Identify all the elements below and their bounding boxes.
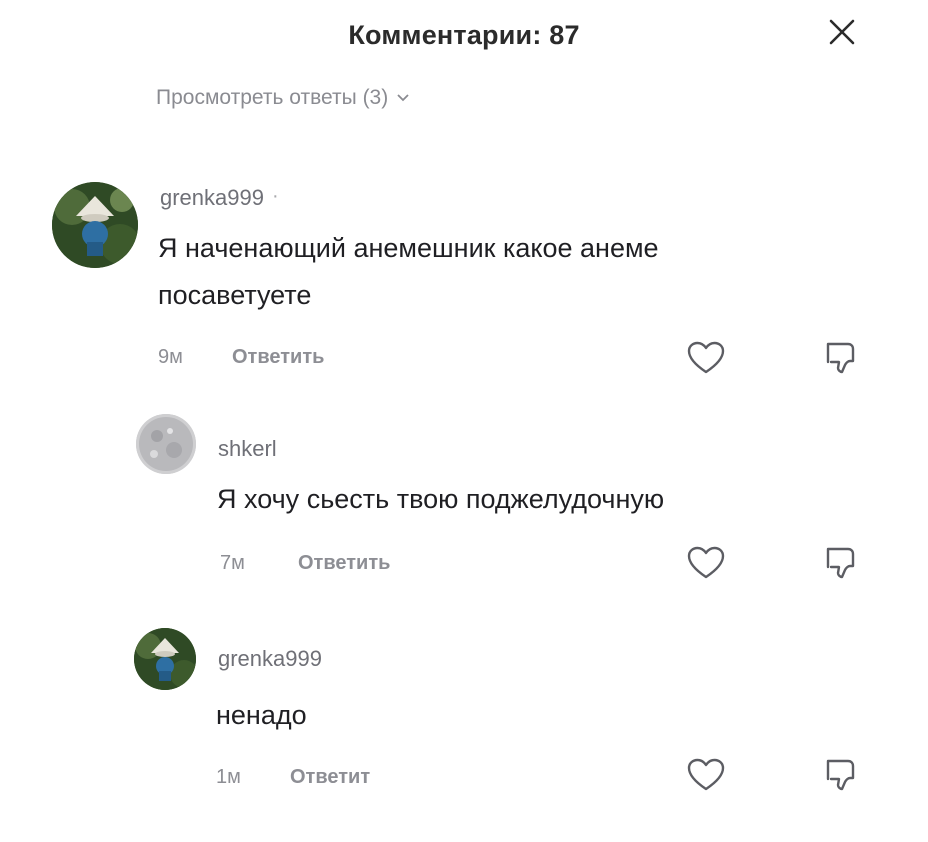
avatar[interactable] [136,414,196,474]
heart-icon [687,758,725,791]
dislike-button[interactable] [820,338,864,378]
heart-icon [687,546,725,579]
thumbs-down-icon [826,342,855,374]
page-title: Комментарии: 87 [348,20,580,50]
close-icon [829,19,855,45]
avatar-image [134,628,196,690]
avatar-image [52,182,138,268]
comment-text-line: ненадо [216,700,307,730]
chevron-down-icon [397,94,409,102]
like-button[interactable] [684,543,728,583]
comment-text: Я наченающий анемешник какое анеме посав… [158,225,858,319]
comment-time: 7м [220,552,245,574]
heart-icon [687,341,725,374]
comment-text-line: Я хочу сьесть твою поджелудочную [217,484,665,514]
avatar[interactable] [134,628,196,690]
reply-button[interactable]: Ответить [298,552,390,575]
comment-username[interactable]: shkerl [218,436,277,462]
comment-text-line: посаветуете [158,280,312,310]
username-separator: · [272,185,279,207]
thumbs-down-icon [826,759,855,791]
comment-username[interactable]: grenka999 [160,185,264,211]
avatar-image [136,414,196,474]
reply-button[interactable]: Ответить [232,346,324,369]
comment-username[interactable]: grenka999 [218,646,322,672]
like-button[interactable] [684,338,728,378]
dislike-button[interactable] [820,755,864,795]
view-replies-label: Просмотреть ответы (3) [156,86,389,109]
comment-time: 1м [216,766,241,788]
comment-text: Я хочу сьесть твою поджелудочную [217,476,877,523]
close-button[interactable] [822,12,862,52]
view-replies-link[interactable]: Просмотреть ответы (3) [156,86,410,110]
reply-button[interactable]: Ответит [290,766,370,789]
comment-time: 9м [158,346,183,368]
comment-text: ненадо [216,692,716,739]
comment-text-line: Я наченающий анемешник какое анеме [158,233,659,263]
like-button[interactable] [684,755,728,795]
avatar[interactable] [52,182,138,268]
thumbs-down-icon [826,547,855,579]
dislike-button[interactable] [820,543,864,583]
